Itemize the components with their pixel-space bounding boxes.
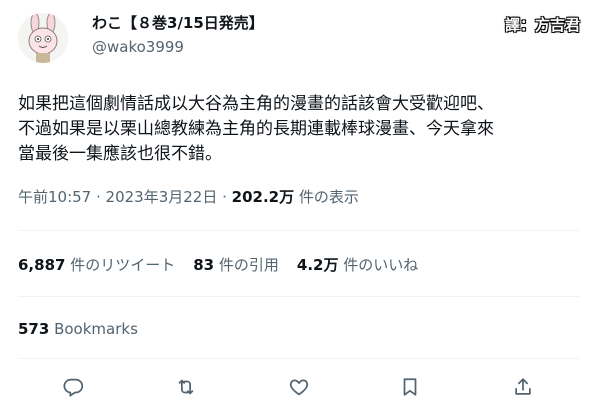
quote-stat[interactable]: 83 件の引用 bbox=[193, 254, 279, 276]
tweet-datetime[interactable]: 午前10:57 · 2023年3月22日 · bbox=[18, 188, 232, 206]
views-count: 202.2万 bbox=[231, 188, 295, 206]
like-stat[interactable]: 4.2万 件のいいね bbox=[297, 254, 418, 276]
retweet-button[interactable] bbox=[171, 372, 201, 402]
engagement-stats: 6,887 件のリツイート 83 件の引用 4.2万 件のいいね bbox=[18, 254, 418, 276]
like-label: 件のいいね bbox=[343, 256, 419, 274]
share-icon bbox=[515, 378, 531, 395]
share-button[interactable] bbox=[508, 372, 538, 402]
divider bbox=[18, 230, 580, 231]
like-icon bbox=[289, 379, 309, 396]
tweet-meta: 午前10:57 · 2023年3月22日 · 202.2万 件の表示 bbox=[18, 186, 359, 208]
translator-watermark: 譯：方吉君 bbox=[504, 16, 580, 34]
divider bbox=[18, 296, 580, 297]
tweet-text: 如果把這個劇情話成以大谷為主角的漫畫的話該會大受歡迎吧、 不過如果是以栗山總教練… bbox=[18, 92, 584, 167]
tweet-line: 不過如果是以栗山總教練為主角的長期連載棒球漫畫、今天拿來 bbox=[18, 119, 494, 139]
user-handle[interactable]: @wako3999 bbox=[92, 36, 264, 58]
bookmark-button[interactable] bbox=[395, 372, 425, 402]
retweet-label: 件のリツイート bbox=[70, 256, 176, 274]
avatar[interactable] bbox=[18, 13, 68, 63]
retweet-icon bbox=[178, 379, 194, 395]
retweet-count: 6,887 bbox=[18, 256, 66, 274]
bookmark-icon bbox=[403, 378, 417, 396]
views-label: 件の表示 bbox=[294, 188, 359, 206]
bookmark-stat[interactable]: 573 Bookmarks bbox=[18, 318, 138, 340]
bookmark-label: Bookmarks bbox=[54, 320, 138, 338]
quote-count: 83 bbox=[193, 256, 215, 274]
tweet-line: 如果把這個劇情話成以大谷為主角的漫畫的話該會大受歡迎吧、 bbox=[18, 94, 494, 114]
like-count: 4.2万 bbox=[296, 256, 339, 274]
quote-label: 件の引用 bbox=[218, 256, 279, 274]
like-button[interactable] bbox=[284, 372, 314, 402]
divider bbox=[18, 358, 580, 359]
retweet-stat[interactable]: 6,887 件のリツイート bbox=[18, 254, 175, 276]
display-name[interactable]: わこ【８巻3/15日発売】 bbox=[92, 12, 264, 34]
reply-button[interactable] bbox=[59, 372, 89, 402]
author-info[interactable]: わこ【８巻3/15日発売】 @wako3999 bbox=[92, 12, 264, 58]
avatar-illustration bbox=[18, 13, 68, 63]
reply-icon bbox=[63, 378, 84, 397]
bookmark-count: 573 bbox=[18, 320, 50, 338]
action-bar bbox=[0, 372, 598, 402]
tweet-line: 當最後一集應該也很不錯。 bbox=[18, 144, 222, 164]
